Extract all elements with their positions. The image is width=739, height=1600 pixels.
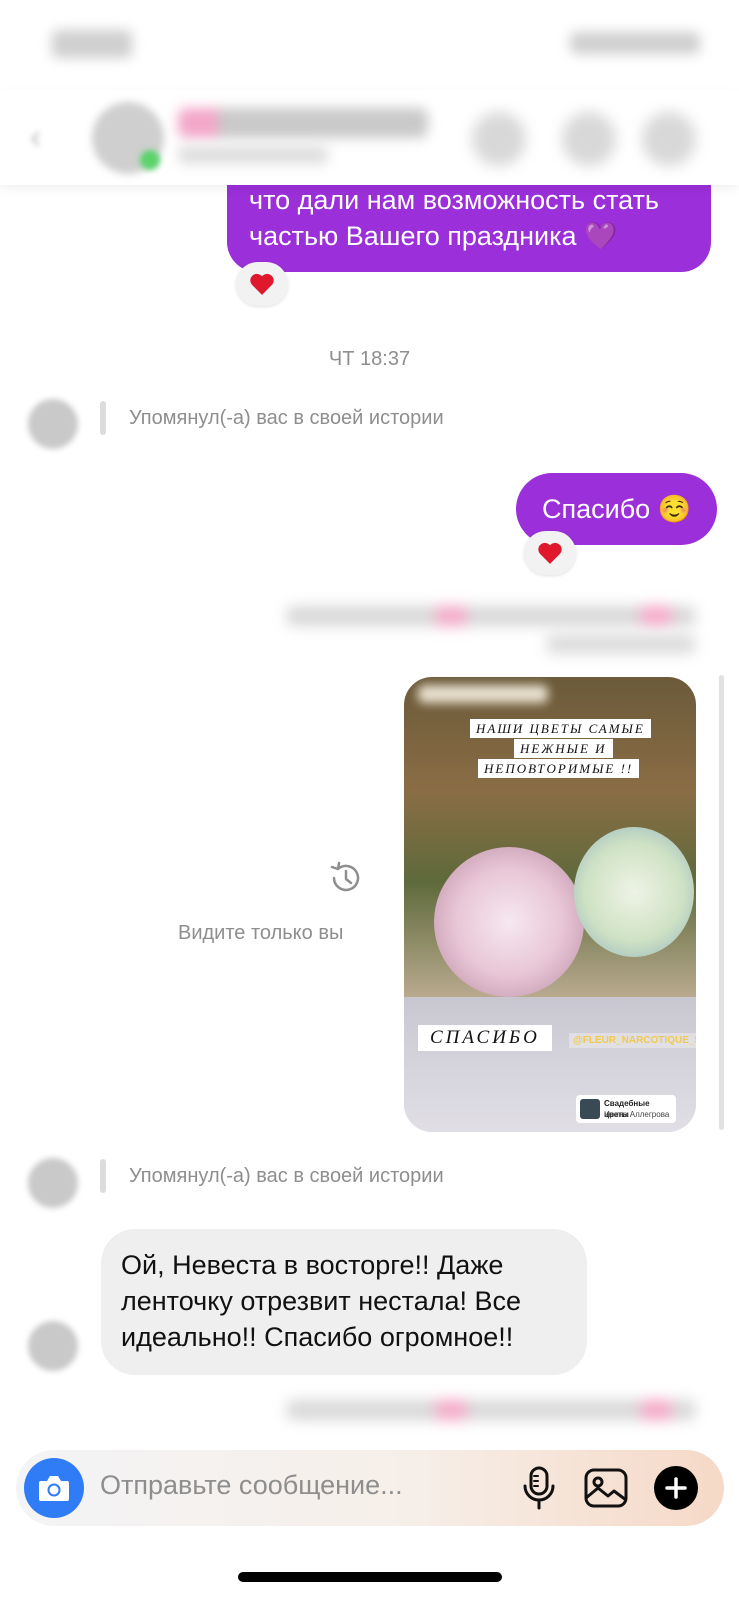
microphone-icon[interactable]	[516, 1464, 562, 1512]
sender-avatar[interactable]	[28, 1158, 78, 1208]
scrollbar[interactable]	[719, 675, 724, 1130]
story-preview[interactable]: НАШИ ЦВЕТЫ САМЫЕ НЕЖНЫЕ И НЕПОВТОРИМЫЕ !…	[404, 677, 696, 1132]
history-icon	[330, 861, 360, 892]
mention-bar	[100, 401, 106, 435]
heart-reaction-icon[interactable]	[236, 262, 288, 306]
status-bar	[0, 0, 739, 90]
heart-reaction-icon[interactable]	[524, 531, 576, 575]
sticker-subtitle: Ирина Аллегрова	[604, 1110, 670, 1119]
message-text: Спасибо ☺️	[542, 494, 692, 524]
status-time	[52, 30, 132, 58]
music-sticker: Свадебные цветы Ирина Аллегрова	[576, 1095, 676, 1123]
story-caption-1: НАШИ ЦВЕТЫ САМЫЕ	[470, 719, 651, 738]
story-caption-3: НЕПОВТОРИМЫЕ !!	[478, 759, 640, 778]
blurred-notice	[286, 606, 696, 626]
only-you-label: Видите только вы	[178, 922, 344, 944]
phone-icon[interactable]	[472, 112, 526, 166]
message-composer: Отправьте сообщение...	[16, 1450, 724, 1526]
contact-status	[178, 146, 328, 164]
plus-icon	[665, 1477, 687, 1499]
gallery-icon[interactable]	[582, 1464, 630, 1512]
home-indicator	[238, 1572, 502, 1582]
message-text: что дали нам возможность стать частью Ва…	[249, 185, 659, 251]
story-caption-2: НЕЖНЫЕ И	[514, 739, 613, 758]
story-mention-text[interactable]: Упомянул(-а) вас в своей истории	[129, 407, 444, 430]
sender-avatar[interactable]	[28, 1321, 78, 1371]
mention-bar	[100, 1159, 106, 1193]
blurred-notice	[286, 1400, 696, 1420]
chat-header: ‹	[0, 90, 739, 185]
sticker-logo	[580, 1099, 600, 1119]
info-icon[interactable]	[642, 112, 696, 166]
online-indicator	[140, 150, 160, 170]
story-mention-text[interactable]: Упомянул(-а) вас в своей истории	[129, 1165, 444, 1188]
camera-icon	[39, 1476, 69, 1501]
video-icon[interactable]	[562, 112, 616, 166]
bouquet-pink	[434, 847, 584, 997]
story-mention-tag: @FLEUR_NARCOTIQUE_SPB	[569, 1033, 696, 1048]
timestamp: ЧТ 18:37	[328, 348, 411, 370]
message-input[interactable]: Отправьте сообщение...	[100, 1470, 403, 1501]
back-chevron-icon[interactable]: ‹	[30, 118, 60, 158]
blurred-notice	[546, 634, 696, 654]
plus-button[interactable]	[654, 1466, 698, 1510]
contact-name[interactable]	[178, 108, 428, 138]
story-header-blurred	[418, 685, 548, 703]
incoming-message[interactable]: Ой, Невеста в восторге!! Даже ленточку о…	[101, 1229, 587, 1375]
story-thanks: СПАСИБО	[418, 1025, 552, 1051]
camera-button[interactable]	[24, 1458, 84, 1518]
message-text: Ой, Невеста в восторге!! Даже ленточку о…	[121, 1250, 522, 1352]
status-icons	[570, 32, 700, 54]
bouquet-blue	[574, 827, 694, 957]
sender-avatar[interactable]	[28, 399, 78, 449]
